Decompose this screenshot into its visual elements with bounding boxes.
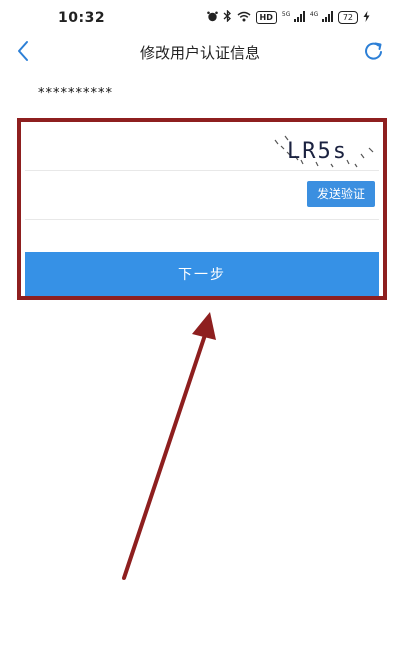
input-row[interactable] (25, 220, 379, 250)
next-step-button[interactable]: 下一步 (25, 252, 379, 296)
status-time: 10:32 (58, 10, 106, 26)
annotation-arrow-icon (122, 312, 216, 580)
refresh-icon[interactable] (362, 39, 386, 63)
sms-code-input-row[interactable]: 发送验证 (25, 171, 379, 220)
nav-bar: 修改用户认证信息 (0, 36, 400, 68)
wifi-icon (237, 11, 251, 25)
captcha-text: LR5s (287, 139, 348, 164)
page-title: 修改用户认证信息 (139, 44, 260, 62)
bluetooth-icon (223, 9, 232, 25)
battery-icon: 72 (337, 11, 358, 24)
send-code-button[interactable]: 发送验证 (306, 181, 375, 207)
network-type-label: 5G (281, 10, 291, 18)
signal-icon: 4G (309, 10, 333, 25)
network-type-label: 4G (309, 10, 319, 18)
masked-account: ********** (38, 86, 113, 101)
highlight-box: LR5s 发送验证 下一步 (17, 118, 387, 300)
charging-icon (363, 10, 370, 25)
status-bar: 10:32 HD 5G 4G 72 (0, 0, 400, 36)
captcha-input-row[interactable]: LR5s (25, 126, 379, 171)
captcha-image[interactable]: LR5s (271, 130, 379, 170)
alarm-icon (206, 11, 218, 25)
hd-icon: HD (255, 11, 277, 24)
signal-icon: 5G (281, 10, 305, 25)
status-icons: HD 5G 4G 72 (206, 9, 370, 25)
